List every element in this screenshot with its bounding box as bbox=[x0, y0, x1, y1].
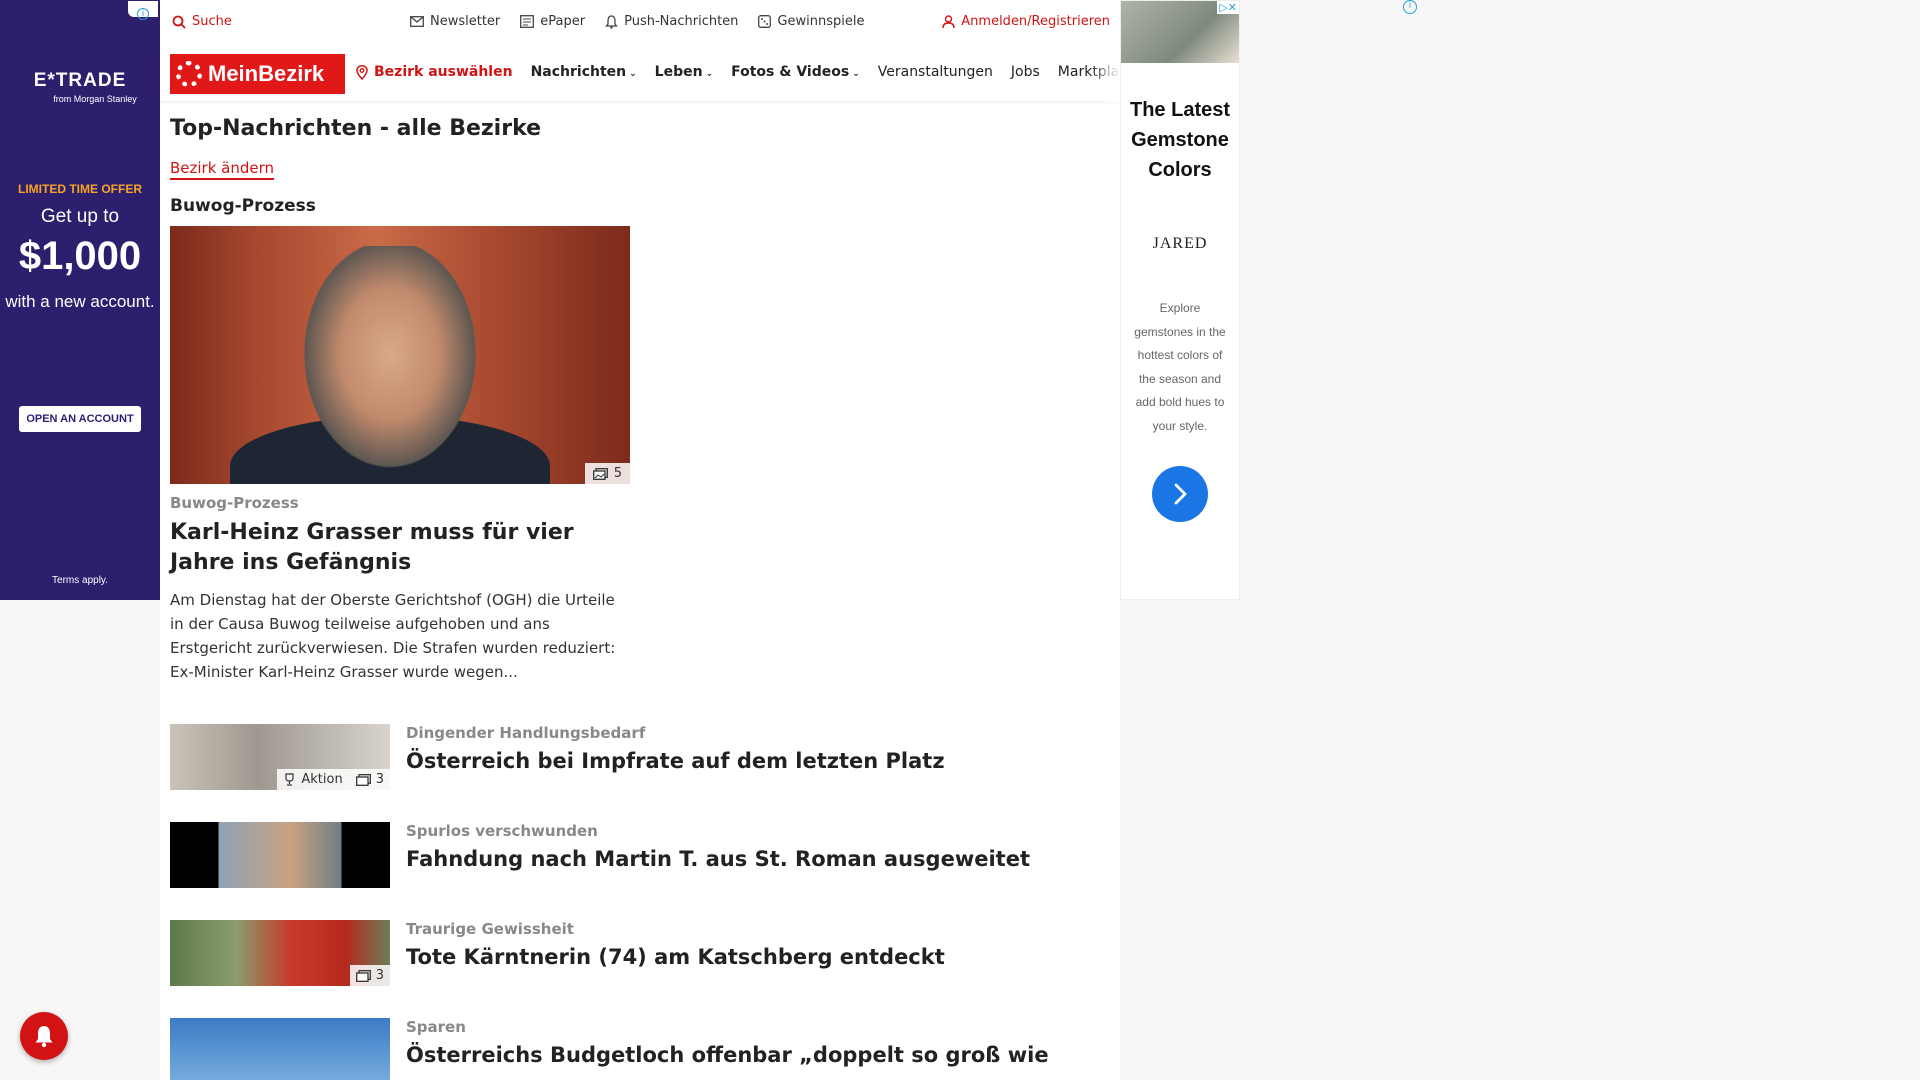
district-select-button[interactable]: Bezirk auswählen bbox=[356, 64, 513, 80]
gallery-icon bbox=[355, 773, 371, 786]
ad-amount: $1,000 bbox=[18, 234, 142, 278]
nav-fade-overlay bbox=[1090, 46, 1120, 102]
chevron-down-icon: ⌄ bbox=[852, 69, 860, 79]
district-select-label: Bezirk auswählen bbox=[374, 64, 513, 80]
photo-count-badge: 5 bbox=[584, 463, 630, 484]
newsletter-link[interactable]: Newsletter bbox=[410, 14, 500, 29]
main-column: Suche Newsletter ePaper Push-Nachrichten… bbox=[160, 0, 1132, 1080]
article-kicker: Sparen bbox=[406, 1018, 466, 1036]
trophy-icon bbox=[285, 773, 294, 786]
article-kicker: Dingender Handlungsbedarf bbox=[406, 724, 646, 742]
newspaper-icon bbox=[520, 15, 535, 28]
epaper-label: ePaper bbox=[540, 14, 586, 29]
photo-count: 5 bbox=[613, 466, 622, 481]
page-title: Top-Nachrichten - alle Bezirke bbox=[170, 116, 542, 141]
search-icon bbox=[172, 15, 186, 29]
login-link[interactable]: Anmelden/Registrieren bbox=[942, 14, 1110, 29]
nav-jobs[interactable]: Jobs bbox=[1011, 64, 1040, 80]
article-title[interactable]: Fahndung nach Martin T. aus St. Roman au… bbox=[406, 847, 1030, 871]
newsletter-label: Newsletter bbox=[430, 14, 501, 29]
article-kicker: Spurlos verschwunden bbox=[406, 822, 598, 840]
chevron-down-icon: ⌄ bbox=[629, 69, 637, 79]
ad-left-banner[interactable]: i E*TRADE from Morgan Stanley LIMITED TI… bbox=[0, 0, 160, 600]
section-heading[interactable]: Buwog-Prozess bbox=[170, 196, 1090, 216]
search-link[interactable]: Suche bbox=[172, 14, 232, 29]
list-item[interactable]: 3 Traurige Gewissheit Tote Kärntnerin (7… bbox=[170, 920, 1090, 1018]
meinbezirk-logo[interactable]: MeinBezirk bbox=[170, 54, 345, 94]
nav-fotos-label: Fotos & Videos bbox=[731, 64, 850, 80]
list-item[interactable]: Spurlos verschwunden Fahndung nach Marti… bbox=[170, 822, 1090, 920]
gallery-icon bbox=[592, 467, 608, 480]
push-notification-button[interactable] bbox=[20, 1012, 68, 1060]
bell-icon bbox=[35, 1026, 53, 1048]
location-pin-icon bbox=[356, 64, 368, 80]
nav-veranstaltungen[interactable]: Veranstaltungen bbox=[878, 64, 993, 80]
utility-links: Newsletter ePaper Push-Nachrichten Gewin… bbox=[410, 14, 864, 29]
article-thumbnail[interactable] bbox=[170, 822, 390, 888]
content-area: Top-Nachrichten - alle Bezirke Bezirk än… bbox=[170, 116, 1090, 1080]
ad-gemstone-image: ▷✕ bbox=[1121, 1, 1239, 63]
gewinnspiele-label: Gewinnspiele bbox=[777, 14, 865, 29]
article-thumbnail[interactable]: 3 bbox=[170, 920, 390, 986]
photo-count: 3 bbox=[375, 968, 384, 983]
nav-nachrichten-label: Nachrichten bbox=[530, 64, 627, 80]
ad-open-account-button[interactable]: OPEN AN ACCOUNT bbox=[19, 406, 141, 432]
ad-brand-sub: from Morgan Stanley bbox=[53, 94, 137, 104]
ad-description: Explore gemstones in the hottest colors … bbox=[1134, 301, 1226, 433]
top-utility-bar: Suche Newsletter ePaper Push-Nachrichten… bbox=[160, 0, 1120, 46]
photo-count-badge: 3 bbox=[349, 965, 390, 986]
list-item[interactable]: Aktion 3 Dingender Handlungsbedarf Öster… bbox=[170, 724, 1090, 822]
chevron-down-icon: ⌄ bbox=[705, 69, 714, 79]
search-label: Suche bbox=[192, 14, 232, 29]
nav-leben-label: Leben bbox=[654, 64, 703, 80]
action-badge: Aktion 3 bbox=[277, 769, 390, 790]
ad-logo: JARED bbox=[1152, 235, 1208, 252]
list-item[interactable]: Sparen Österreichs Budgetloch offenbar „… bbox=[170, 1018, 1090, 1080]
photo-count: 3 bbox=[375, 772, 384, 787]
hero-teaser: Am Dienstag hat der Oberste Gerichtshof … bbox=[170, 591, 616, 681]
main-navigation: MeinBezirk Bezirk auswählen Nachrichten ⌄… bbox=[160, 46, 1132, 102]
push-label: Push-Nachrichten bbox=[624, 14, 739, 29]
push-link[interactable]: Push-Nachrichten bbox=[605, 14, 738, 29]
chevron-right-icon bbox=[1174, 483, 1187, 505]
ad-right-banner[interactable]: ▷✕ The Latest Gemstone Colors JARED Expl… bbox=[1120, 0, 1240, 600]
ad-offer: LIMITED TIME OFFER bbox=[18, 182, 142, 196]
article-title[interactable]: Tote Kärntnerin (74) am Katschberg entde… bbox=[406, 945, 945, 969]
logo-sun-icon bbox=[176, 61, 202, 87]
article-list: Aktion 3 Dingender Handlungsbedarf Öster… bbox=[170, 724, 1090, 1080]
hero-title[interactable]: Karl-Heinz Grasser muss für vier Jahre i… bbox=[170, 518, 630, 578]
ad-get: Get up to bbox=[40, 206, 120, 227]
article-thumbnail[interactable]: Aktion 3 bbox=[170, 724, 390, 790]
ad-headline: The Latest Gemstone Colors bbox=[1129, 99, 1231, 181]
article-kicker: Traurige Gewissheit bbox=[406, 920, 574, 938]
epaper-link[interactable]: ePaper bbox=[520, 14, 585, 29]
dice-icon bbox=[758, 15, 772, 28]
login-label: Anmelden/Registrieren bbox=[961, 14, 1110, 29]
gallery-icon bbox=[355, 969, 371, 982]
hero-image-portrait bbox=[290, 246, 490, 484]
article-thumbnail[interactable] bbox=[170, 1018, 390, 1080]
article-title[interactable]: Österreich bei Impfrate auf dem letzten … bbox=[406, 749, 945, 773]
ad-close-icon[interactable]: ▷✕ bbox=[1217, 1, 1239, 14]
hero-image[interactable]: 5 bbox=[170, 226, 630, 484]
ad-with: with a new account. bbox=[5, 292, 155, 311]
mail-icon bbox=[410, 16, 424, 27]
article-title[interactable]: Österreichs Budgetloch offenbar „doppelt… bbox=[406, 1043, 1049, 1067]
info-icon[interactable]: i bbox=[1403, 0, 1417, 14]
adchoices-icon[interactable]: i bbox=[128, 1, 158, 20]
action-label: Aktion bbox=[301, 772, 343, 787]
ad-brand: E*TRADE bbox=[33, 70, 127, 91]
nav-nachrichten[interactable]: Nachrichten ⌄ bbox=[531, 64, 637, 80]
bell-icon bbox=[605, 14, 618, 29]
logo-text: MeinBezirk bbox=[208, 61, 325, 86]
ad-terms: Terms apply. bbox=[52, 575, 108, 586]
hero-kicker[interactable]: Buwog-Prozess bbox=[170, 494, 1090, 512]
ad-arrow-button[interactable] bbox=[1152, 466, 1208, 522]
nav-items: Bezirk auswählen Nachrichten ⌄ Leben ⌄ Fot… bbox=[356, 64, 1132, 80]
nav-fotos-videos[interactable]: Fotos & Videos ⌄ bbox=[731, 64, 860, 80]
change-district-link[interactable]: Bezirk ändern bbox=[170, 159, 275, 180]
user-icon bbox=[942, 14, 955, 28]
gewinnspiele-link[interactable]: Gewinnspiele bbox=[758, 14, 864, 29]
nav-leben[interactable]: Leben ⌄ bbox=[655, 64, 713, 80]
